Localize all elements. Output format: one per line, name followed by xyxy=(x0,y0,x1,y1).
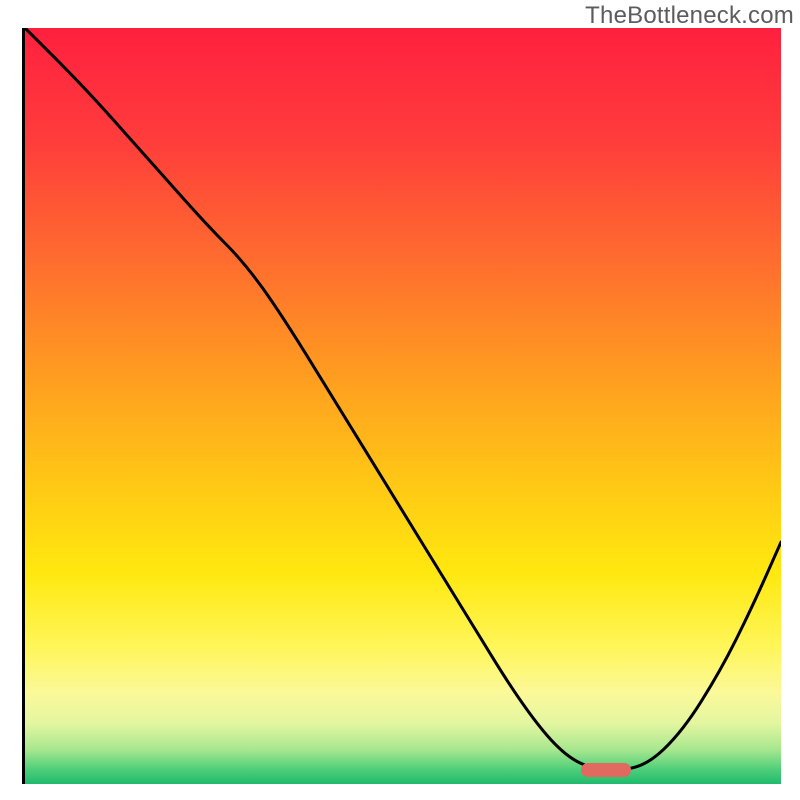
optimal-marker xyxy=(581,763,631,777)
plot-area xyxy=(22,28,778,784)
chart-container: TheBottleneck.com xyxy=(0,0,800,800)
watermark-text: TheBottleneck.com xyxy=(585,2,794,30)
bottleneck-curve xyxy=(25,28,781,769)
curve-layer xyxy=(25,28,781,784)
